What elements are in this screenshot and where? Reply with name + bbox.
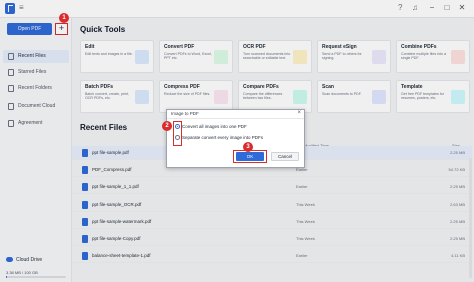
step-badge-1: 1	[59, 13, 69, 23]
highlight-box-ok	[233, 150, 267, 163]
dialog-divider	[167, 118, 304, 119]
option-convert-all-one-pdf[interactable]: Convert all images into one PDF	[175, 123, 247, 130]
step-badge-3: 3	[243, 142, 253, 152]
option-label: Convert all images into one PDF	[182, 124, 247, 129]
cancel-button[interactable]: Cancel	[271, 152, 299, 161]
option-label: Separate convert every image into PDFs	[182, 135, 264, 140]
option-separate-convert[interactable]: Separate convert every image into PDFs	[175, 134, 263, 141]
highlight-box-options	[173, 121, 182, 146]
image-to-pdf-dialog: Image to PDF × Convert all images into o…	[166, 109, 305, 168]
dialog-title: Image to PDF	[171, 111, 199, 116]
step-badge-2: 2	[162, 121, 172, 131]
dialog-close-icon[interactable]: ×	[297, 110, 301, 116]
